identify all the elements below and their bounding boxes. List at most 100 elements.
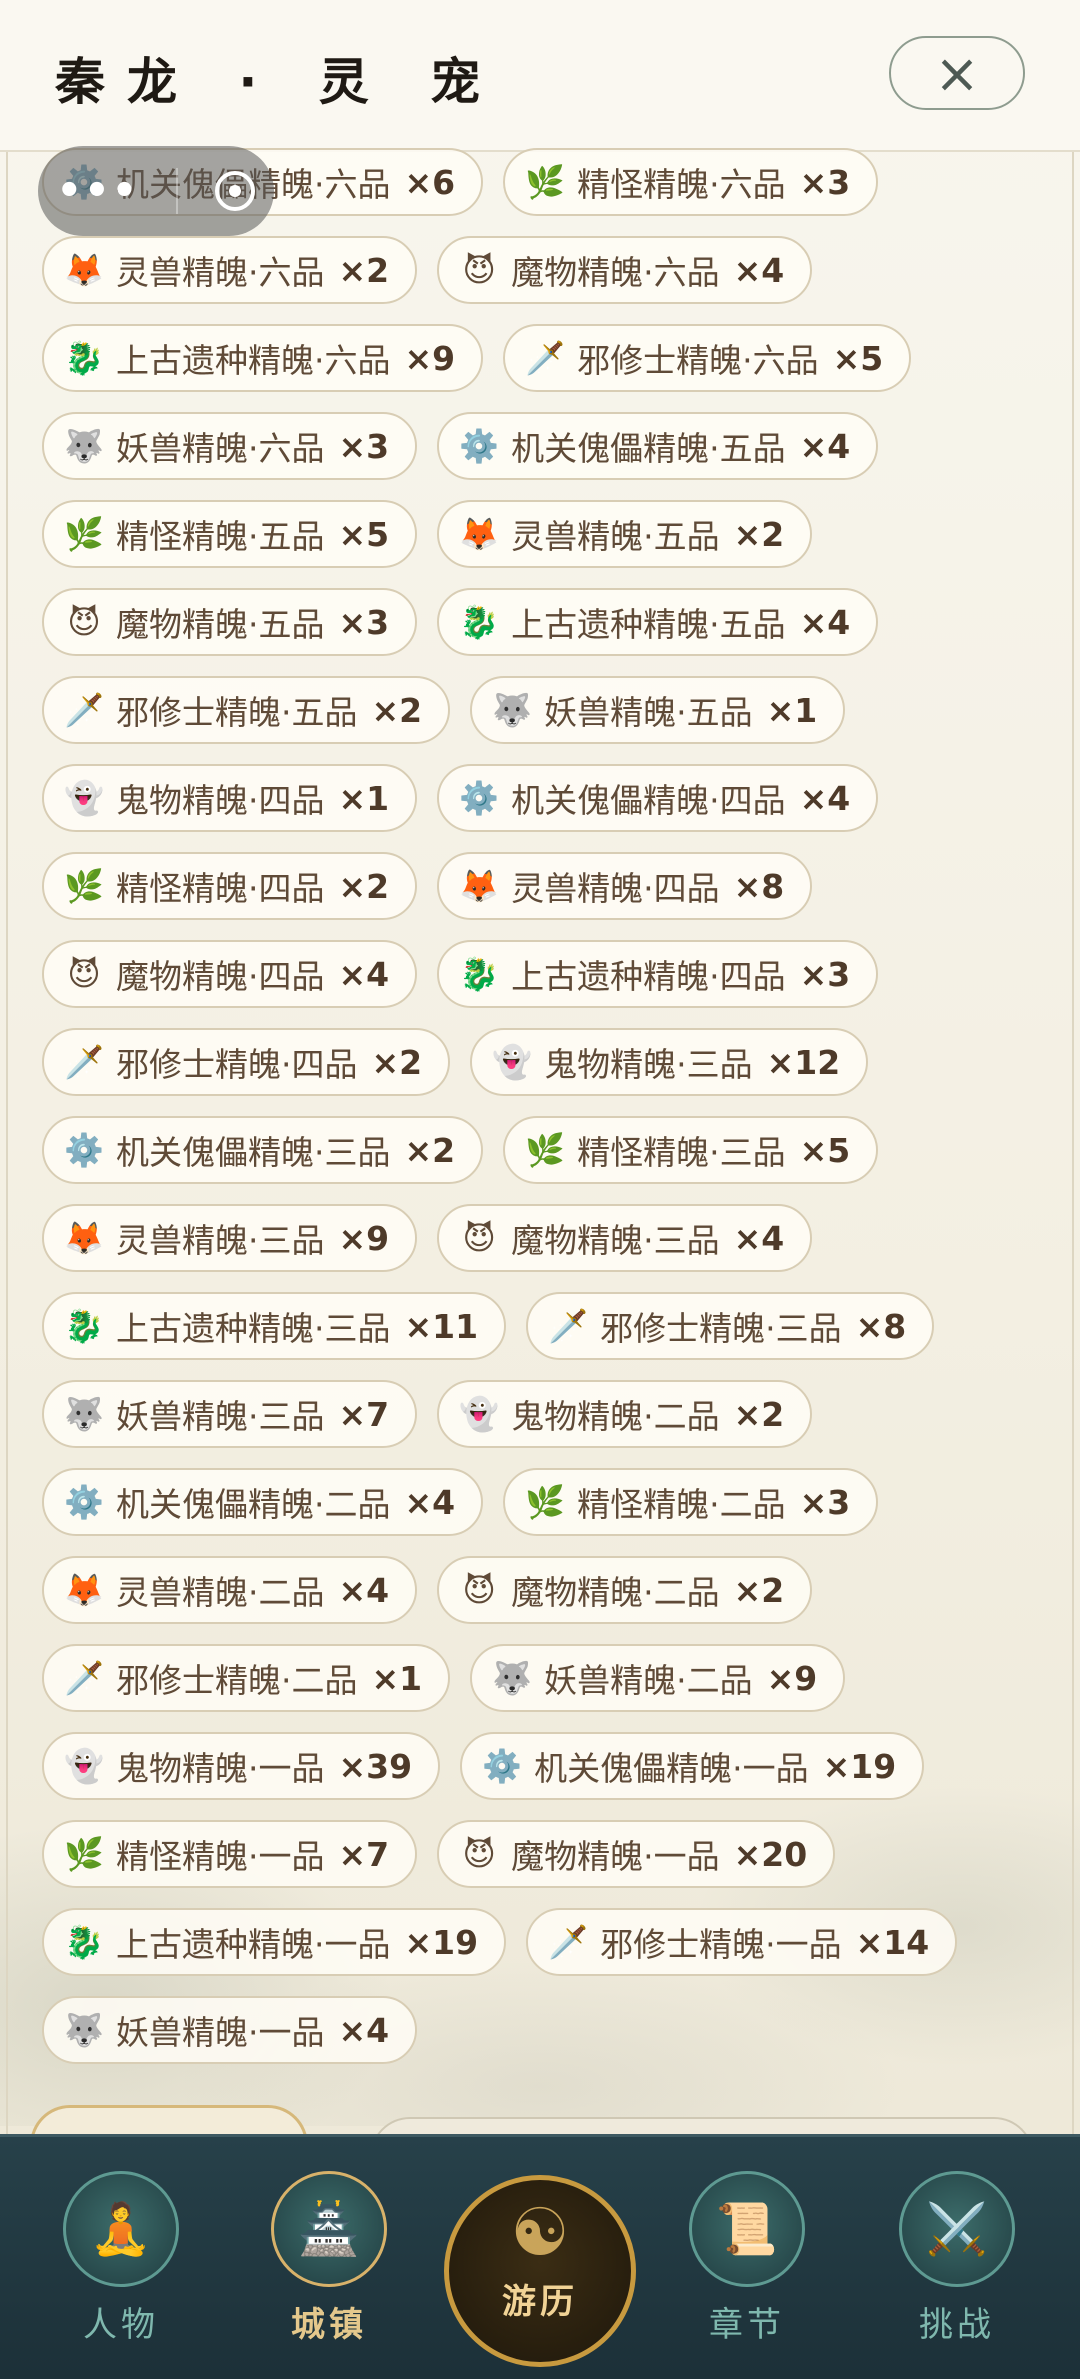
essence-count: ×2 bbox=[404, 1130, 456, 1170]
essence-chip[interactable]: 🐉 上古遗种精魄·三品 ×11 bbox=[42, 1292, 507, 1360]
essence-name: 上古遗种精魄·六品 bbox=[116, 341, 391, 380]
mini-program-capsule[interactable]: ••• bbox=[38, 146, 274, 236]
essence-chip[interactable]: 🐺 妖兽精魄·六品 ×3 bbox=[42, 412, 418, 480]
essence-chip[interactable]: 😈 魔物精魄·一品 ×20 bbox=[437, 1820, 836, 1888]
fox-icon: 🦊 bbox=[64, 1571, 104, 1609]
nav-item-scroll[interactable]: 📜 章节 bbox=[682, 2171, 812, 2346]
essence-name: 精怪精魄·三品 bbox=[577, 1133, 786, 1172]
herb-icon: 🌿 bbox=[64, 867, 104, 905]
essence-chip[interactable]: 🗡️ 邪修士精魄·一品 ×14 bbox=[526, 1908, 958, 1976]
essence-count: ×3 bbox=[338, 602, 390, 642]
essence-chip[interactable]: 🦊 灵兽精魄·六品 ×2 bbox=[42, 236, 418, 304]
essence-chip[interactable]: 🌿 精怪精魄·二品 ×3 bbox=[503, 1468, 879, 1536]
fox-icon: 🦊 bbox=[64, 251, 104, 289]
demon-icon: 😈 bbox=[462, 251, 496, 289]
essence-name: 灵兽精魄·三品 bbox=[116, 1221, 325, 1260]
essence-count: ×2 bbox=[733, 514, 785, 554]
essence-chip[interactable]: ⚙️ 机关傀儡精魄·二品 ×4 bbox=[42, 1468, 484, 1536]
essence-name: 灵兽精魄·四品 bbox=[511, 869, 720, 908]
essence-chip[interactable]: 🐺 妖兽精魄·五品 ×1 bbox=[470, 676, 846, 744]
essence-count: ×4 bbox=[338, 1570, 390, 1610]
essence-count: ×5 bbox=[338, 514, 390, 554]
essence-chip[interactable]: 🦊 灵兽精魄·二品 ×4 bbox=[42, 1556, 418, 1624]
essence-chip[interactable]: 🗡️ 邪修士精魄·六品 ×5 bbox=[503, 324, 912, 392]
nav-item-travel[interactable]: ☯ 游历 bbox=[444, 2175, 636, 2367]
essence-count: ×6 bbox=[404, 162, 456, 202]
essence-chip[interactable]: 🗡️ 邪修士精魄·四品 ×2 bbox=[42, 1028, 451, 1096]
essence-count: ×9 bbox=[404, 338, 456, 378]
essence-count: ×19 bbox=[822, 1746, 897, 1786]
essence-name: 鬼物精魄·四品 bbox=[116, 781, 325, 820]
essence-count: ×7 bbox=[338, 1834, 390, 1874]
dragon-icon: 🐉 bbox=[64, 1307, 104, 1345]
capsule-divider bbox=[176, 168, 179, 214]
close-button[interactable]: × bbox=[889, 36, 1025, 110]
more-icon[interactable]: ••• bbox=[57, 168, 140, 214]
dagger-icon: 🗡️ bbox=[64, 1043, 104, 1081]
essence-chip[interactable]: 😈 魔物精魄·四品 ×4 bbox=[42, 940, 418, 1008]
essence-chip[interactable]: 🌿 精怪精魄·六品 ×3 bbox=[503, 148, 879, 216]
fox-icon: 🦊 bbox=[459, 867, 500, 905]
essence-count: ×2 bbox=[338, 866, 390, 906]
essence-chip[interactable]: 🌿 精怪精魄·四品 ×2 bbox=[42, 852, 418, 920]
wolf-icon: 🐺 bbox=[492, 1659, 533, 1697]
essence-count: ×4 bbox=[799, 602, 851, 642]
essence-chip[interactable]: 🐺 妖兽精魄·一品 ×4 bbox=[42, 1996, 418, 2064]
wolf-icon: 🐺 bbox=[492, 691, 533, 729]
essence-chip[interactable]: 🐉 上古遗种精魄·一品 ×19 bbox=[42, 1908, 507, 1976]
essence-name: 精怪精魄·五品 bbox=[116, 517, 325, 556]
nav-item-town[interactable]: 🏯 城镇 bbox=[264, 2171, 394, 2346]
herb-icon: 🌿 bbox=[525, 1131, 566, 1169]
essence-name: 魔物精魄·二品 bbox=[511, 1573, 720, 1612]
nav-item-character[interactable]: 🧘 人物 bbox=[56, 2171, 186, 2346]
essence-count: ×14 bbox=[855, 1922, 930, 1962]
essence-name: 邪修士精魄·一品 bbox=[600, 1925, 842, 1964]
essence-chip[interactable]: 😈 魔物精魄·二品 ×2 bbox=[437, 1556, 813, 1624]
record-circle-icon[interactable] bbox=[215, 171, 256, 211]
essence-chip[interactable]: 🦊 灵兽精魄·四品 ×8 bbox=[437, 852, 813, 920]
essence-chip[interactable]: 🦊 灵兽精魄·五品 ×2 bbox=[437, 500, 813, 568]
essence-chip[interactable]: 🌿 精怪精魄·五品 ×5 bbox=[42, 500, 418, 568]
essence-chip[interactable]: 😈 魔物精魄·五品 ×3 bbox=[42, 588, 418, 656]
essence-count: ×4 bbox=[733, 1218, 785, 1258]
essence-name: 灵兽精魄·六品 bbox=[116, 253, 325, 292]
panel-header: 秦龙 · 灵 宠 × bbox=[0, 0, 1080, 152]
essence-name: 机关傀儡精魄·五品 bbox=[511, 429, 786, 468]
essence-chip[interactable]: 👻 鬼物精魄·二品 ×2 bbox=[437, 1380, 813, 1448]
essence-count: ×4 bbox=[799, 426, 851, 466]
essence-chip[interactable]: 😈 魔物精魄·三品 ×4 bbox=[437, 1204, 813, 1272]
essence-name: 妖兽精魄·五品 bbox=[544, 693, 753, 732]
essence-chip[interactable]: ⚙️ 机关傀儡精魄·一品 ×19 bbox=[460, 1732, 925, 1800]
essence-chip[interactable]: 🗡️ 邪修士精魄·三品 ×8 bbox=[526, 1292, 935, 1360]
essence-chip[interactable]: 🗡️ 邪修士精魄·五品 ×2 bbox=[42, 676, 451, 744]
essence-count: ×39 bbox=[338, 1746, 413, 1786]
essence-chip[interactable]: 🦊 灵兽精魄·三品 ×9 bbox=[42, 1204, 418, 1272]
essence-chip[interactable]: 🐉 上古遗种精魄·六品 ×9 bbox=[42, 324, 484, 392]
essence-name: 妖兽精魄·六品 bbox=[116, 429, 325, 468]
essence-chip[interactable]: 😈 魔物精魄·六品 ×4 bbox=[437, 236, 813, 304]
essence-chip[interactable]: ⚙️ 机关傀儡精魄·五品 ×4 bbox=[437, 412, 879, 480]
essence-chip[interactable]: 🗡️ 邪修士精魄·二品 ×1 bbox=[42, 1644, 451, 1712]
essence-chip[interactable]: 🐉 上古遗种精魄·四品 ×3 bbox=[437, 940, 879, 1008]
essence-count: ×12 bbox=[766, 1042, 841, 1082]
dragon-icon: 🐉 bbox=[459, 955, 500, 993]
essence-chip[interactable]: 🐺 妖兽精魄·二品 ×9 bbox=[470, 1644, 846, 1712]
essence-chip[interactable]: 🐉 上古遗种精魄·五品 ×4 bbox=[437, 588, 879, 656]
essence-chip[interactable]: 🐺 妖兽精魄·三品 ×7 bbox=[42, 1380, 418, 1448]
essence-name: 邪修士精魄·六品 bbox=[577, 341, 819, 380]
essence-name: 精怪精魄·四品 bbox=[116, 869, 325, 908]
essence-name: 邪修士精魄·四品 bbox=[116, 1045, 358, 1084]
essence-chip[interactable]: ⚙️ 机关傀儡精魄·三品 ×2 bbox=[42, 1116, 484, 1184]
essence-count: ×3 bbox=[799, 162, 851, 202]
essence-count: ×20 bbox=[733, 1834, 808, 1874]
gear-icon: ⚙️ bbox=[459, 779, 500, 817]
essence-chip[interactable]: 👻 鬼物精魄·一品 ×39 bbox=[42, 1732, 441, 1800]
nav-item-sword[interactable]: ⚔️ 挑战 bbox=[892, 2171, 1022, 2346]
essence-chip[interactable]: 🌿 精怪精魄·一品 ×7 bbox=[42, 1820, 418, 1888]
essence-chip[interactable]: ⚙️ 机关傀儡精魄·四品 ×4 bbox=[437, 764, 879, 832]
essence-chip[interactable]: 👻 鬼物精魄·三品 ×12 bbox=[470, 1028, 869, 1096]
character-icon: 🧘 bbox=[63, 2171, 179, 2287]
essence-chip[interactable]: 👻 鬼物精魄·四品 ×1 bbox=[42, 764, 418, 832]
essence-chip[interactable]: 🌿 精怪精魄·三品 ×5 bbox=[503, 1116, 879, 1184]
nav-label: 章节 bbox=[709, 2305, 785, 2345]
